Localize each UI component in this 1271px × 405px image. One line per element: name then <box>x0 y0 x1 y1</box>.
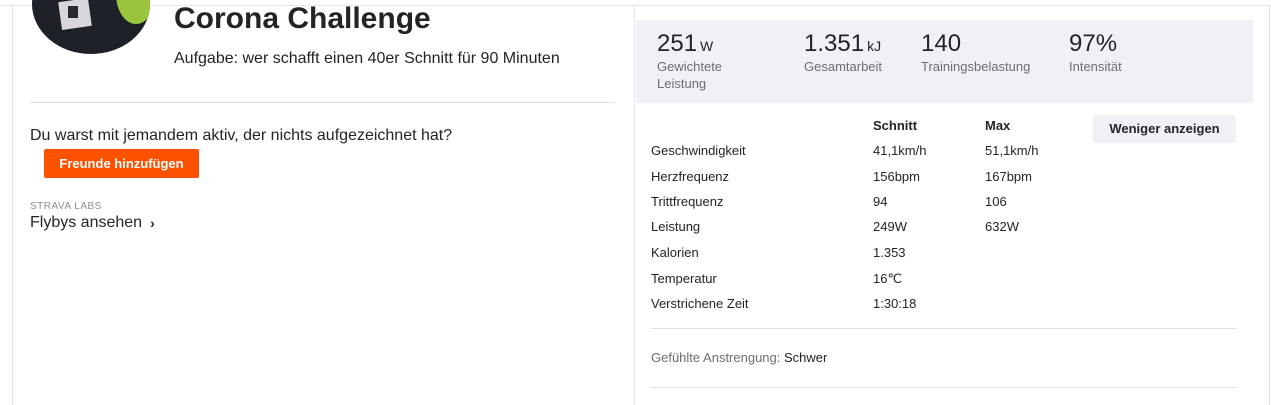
row-avg: 41,1km/h <box>873 143 927 158</box>
row-label: Kalorien <box>651 245 699 260</box>
row-avg: 249W <box>873 219 907 234</box>
stat-label: Gesamtarbeit <box>804 59 883 74</box>
row-max: 106 <box>985 194 1007 209</box>
show-less-button[interactable]: Weniger anzeigen <box>1093 115 1236 143</box>
activity-title: Corona Challenge <box>174 2 431 35</box>
flybys-link[interactable]: Flybys ansehen › <box>30 214 155 232</box>
row-label: Verstrichene Zeit <box>651 296 749 311</box>
column-header-avg: Schnitt <box>873 118 918 133</box>
stat-value: 1.351 <box>804 30 865 57</box>
summary-stats: 251 W Gewichtete Leistung 1.351 kJ Gesamta… <box>636 20 1253 103</box>
column-header-max: Max <box>985 118 1011 133</box>
column-divider <box>634 6 635 405</box>
stat-value: 251 <box>657 30 698 57</box>
row-max: 167bpm <box>985 169 1032 184</box>
section-divider <box>651 328 1236 329</box>
group-activity-question: Du warst mit jemandem aktiv, der nichts … <box>30 127 453 144</box>
row-max: 632W <box>985 219 1019 234</box>
stat-value: 97% <box>1069 30 1118 57</box>
avatar-detail <box>116 0 150 24</box>
perceived-exertion-label: Gefühlte Anstrengung: <box>651 350 781 365</box>
stat-weighted-power: 251 W Gewichtete Leistung <box>657 30 747 92</box>
stat-label: Trainingsbelastung <box>921 59 1031 74</box>
row-avg: 1.353 <box>873 245 906 260</box>
row-label: Leistung <box>651 219 701 234</box>
stat-intensity: 97% Intensität <box>1069 30 1122 75</box>
athlete-avatar[interactable] <box>32 0 150 54</box>
stat-value: 140 <box>921 30 962 57</box>
stat-training-load: 140 Trainingsbelastung <box>921 30 1030 75</box>
stat-total-work: 1.351 kJ Gesamtarbeit <box>804 30 882 75</box>
row-label: Geschwindigkeit <box>651 143 746 158</box>
row-label: Herzfrequenz <box>651 169 730 184</box>
row-avg: 156bpm <box>873 169 920 184</box>
left-border <box>12 6 13 405</box>
add-friends-button[interactable]: Freunde hinzufügen <box>44 149 199 178</box>
row-label: Trittfrequenz <box>651 194 724 209</box>
row-avg: 16℃ <box>873 271 903 286</box>
avatar-detail <box>68 6 78 18</box>
section-divider <box>651 387 1236 388</box>
row-label: Temperatur <box>651 271 717 286</box>
chevron-right-icon: › <box>150 215 155 231</box>
row-avg: 1:30:18 <box>873 296 917 311</box>
perceived-exertion-value: Schwer <box>784 350 828 365</box>
strava-labs-label: STRAVA LABS <box>30 201 102 212</box>
row-avg: 94 <box>873 194 888 209</box>
flybys-label: Flybys ansehen <box>30 214 143 231</box>
stat-label: Gewichtete Leistung <box>657 59 723 91</box>
activity-description: Aufgabe: wer schafft einen 40er Schnitt … <box>174 50 560 67</box>
section-divider <box>30 102 615 103</box>
stat-unit: W <box>700 38 714 54</box>
row-max: 51,1km/h <box>985 143 1039 158</box>
stat-unit: kJ <box>867 38 882 54</box>
right-border <box>1269 6 1270 405</box>
perceived-exertion: Gefühlte Anstrengung: Schwer <box>651 350 827 365</box>
stat-label: Intensität <box>1069 59 1122 74</box>
